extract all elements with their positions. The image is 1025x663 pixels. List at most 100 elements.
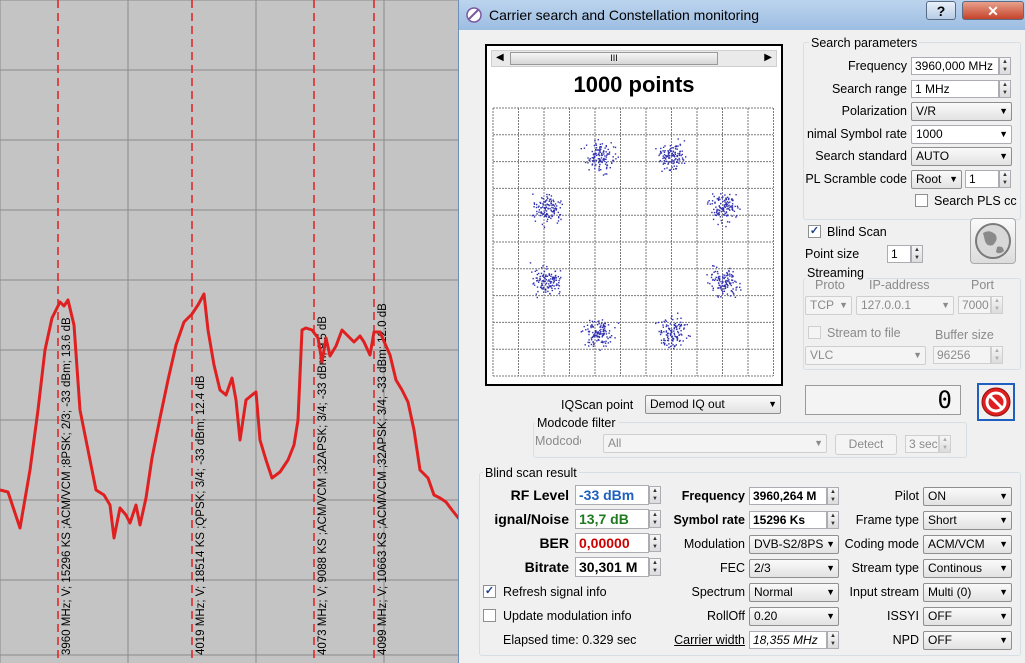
spectrum-view[interactable]: 3960 MHz; V; 15296 KS ;ACM/VCM ;8PSK; 2/… <box>0 0 460 663</box>
constellation-point <box>551 289 553 292</box>
symbol-rate-spinner[interactable]: ▲ ▼ <box>827 511 839 529</box>
detect-button[interactable]: Detect <box>835 434 897 455</box>
constellation-point <box>676 318 679 320</box>
constellation-point <box>559 278 561 280</box>
constellation-scrollbar[interactable]: ◀ III ▶ <box>491 50 777 67</box>
spectrum-select[interactable]: Normal ▼ <box>749 583 839 602</box>
detect-seconds-spinner[interactable]: ▲ ▼ <box>939 435 951 453</box>
constellation-point <box>553 205 556 207</box>
point-size-spinner[interactable]: ▲ ▼ <box>911 245 923 263</box>
constellation-point <box>592 341 594 343</box>
iqscan-point-select[interactable]: Demod IQ out ▼ <box>645 395 781 414</box>
scroll-right-icon[interactable]: ▶ <box>764 52 772 63</box>
blind-scan-checkbox[interactable]: ✓ <box>808 225 821 238</box>
frequency-input[interactable]: 3960,000 MHz <box>911 57 999 75</box>
constellation-point <box>546 196 548 198</box>
constellation-point <box>545 210 548 212</box>
buffer-size-spinner[interactable]: ▲ ▼ <box>991 346 1003 364</box>
pl-scramble-mode-select[interactable]: Root ▼ <box>911 170 962 189</box>
search-range-input[interactable]: 1 MHz <box>911 80 999 98</box>
constellation-point <box>717 223 719 226</box>
rolloff-select[interactable]: 0.20 ▼ <box>749 607 839 626</box>
chevron-down-icon: ▼ <box>768 399 777 409</box>
refresh-signal-checkbox[interactable]: ✓ <box>483 585 496 598</box>
pl-scramble-spinner[interactable]: ▲ ▼ <box>999 170 1011 188</box>
proto-select[interactable]: TCP ▼ <box>805 296 852 315</box>
constellation-point <box>607 342 609 344</box>
buffer-size-input[interactable]: 96256 <box>933 346 991 364</box>
constellation-point <box>546 218 549 221</box>
detect-seconds-input[interactable]: 3 sec <box>905 435 939 453</box>
constellation-point <box>544 288 547 290</box>
buffer-size-label: Buffer size <box>935 328 994 342</box>
rolloff-label: RollOff <box>707 609 745 623</box>
constellation-point <box>544 200 547 202</box>
constellation-point <box>611 162 613 164</box>
constellation-point <box>673 333 676 336</box>
coding-mode-select[interactable]: ACM/VCM ▼ <box>923 535 1012 554</box>
constellation-point <box>660 342 663 344</box>
globe-scan-button[interactable] <box>970 218 1016 264</box>
constellation-point <box>606 164 608 167</box>
scroll-left-icon[interactable]: ◀ <box>496 52 504 63</box>
close-button[interactable]: ✕ <box>962 1 1024 20</box>
chevron-down-icon: ▼ <box>999 587 1008 597</box>
fec-select[interactable]: 2/3 ▼ <box>749 559 839 578</box>
frame-type-select[interactable]: Short ▼ <box>923 511 1012 530</box>
constellation-point <box>549 207 551 210</box>
constellation-point <box>550 202 552 204</box>
min-symbol-rate-select[interactable]: 1000 ▼ <box>911 125 1012 144</box>
constellation-point <box>597 149 600 151</box>
constellation-point <box>673 160 675 162</box>
point-size-input[interactable]: 1 <box>887 245 911 263</box>
constellation-point <box>731 198 733 200</box>
frequency-spinner[interactable]: ▲ ▼ <box>999 57 1011 75</box>
constellation-point <box>599 160 601 163</box>
search-range-spinner[interactable]: ▲ ▼ <box>999 80 1011 98</box>
constellation-point <box>657 321 659 324</box>
ip-address-select[interactable]: 127.0.0.1 ▼ <box>856 296 954 315</box>
modcode-select[interactable]: All ▼ <box>603 434 827 453</box>
port-spinner[interactable]: ▲ ▼ <box>991 296 1003 314</box>
constellation-point <box>676 148 678 150</box>
player-select[interactable]: VLC ▼ <box>805 346 926 365</box>
modulation-select[interactable]: DVB-S2/8PS ▼ <box>749 535 839 554</box>
constellation-point <box>716 270 719 273</box>
constellation-point <box>726 280 729 282</box>
globe-icon <box>975 223 1011 259</box>
carrier-width-spinner[interactable]: ▲ ▼ <box>827 631 839 649</box>
constellation-point <box>673 347 675 350</box>
constellation-point <box>714 270 717 273</box>
stop-button[interactable] <box>977 383 1015 421</box>
constellation-point <box>666 334 668 336</box>
help-button[interactable]: ? <box>926 1 956 20</box>
constellation-point <box>678 159 681 161</box>
constellation-point <box>596 154 598 157</box>
constellation-point <box>617 156 619 158</box>
constellation-point <box>605 161 608 164</box>
pilot-select[interactable]: ON ▼ <box>923 487 1012 506</box>
carrier-marker-label: 3960 MHz; V; 15296 KS ;ACM/VCM ;8PSK; 2/… <box>61 317 73 655</box>
port-input[interactable]: 7000 <box>958 296 991 314</box>
chevron-down-icon: ▼ <box>999 635 1008 645</box>
constellation-point <box>674 322 677 325</box>
constellation-point <box>725 280 727 283</box>
constellation-point <box>541 284 543 286</box>
frequency-result-spinner[interactable]: ▲ ▼ <box>827 487 839 505</box>
issyi-select[interactable]: OFF ▼ <box>923 607 1012 626</box>
pl-scramble-code-input[interactable]: 1 <box>965 170 999 188</box>
npd-select[interactable]: OFF ▼ <box>923 631 1012 650</box>
constellation-point <box>681 153 683 156</box>
input-stream-select[interactable]: Multi (0) ▼ <box>923 583 1012 602</box>
constellation-point <box>609 336 612 339</box>
stream-to-file-checkbox[interactable] <box>808 326 821 339</box>
stream-type-select[interactable]: Continous ▼ <box>923 559 1012 578</box>
search-pls-checkbox[interactable] <box>915 194 928 207</box>
constellation-point <box>673 330 675 332</box>
scroll-thumb[interactable]: III <box>510 52 718 65</box>
polarization-select[interactable]: V/R ▼ <box>911 102 1012 121</box>
search-standard-select[interactable]: AUTO ▼ <box>911 147 1012 166</box>
carrier-width-link[interactable]: Carrier width <box>653 633 745 647</box>
update-modulation-checkbox[interactable] <box>483 609 496 622</box>
constellation-point <box>680 154 682 157</box>
